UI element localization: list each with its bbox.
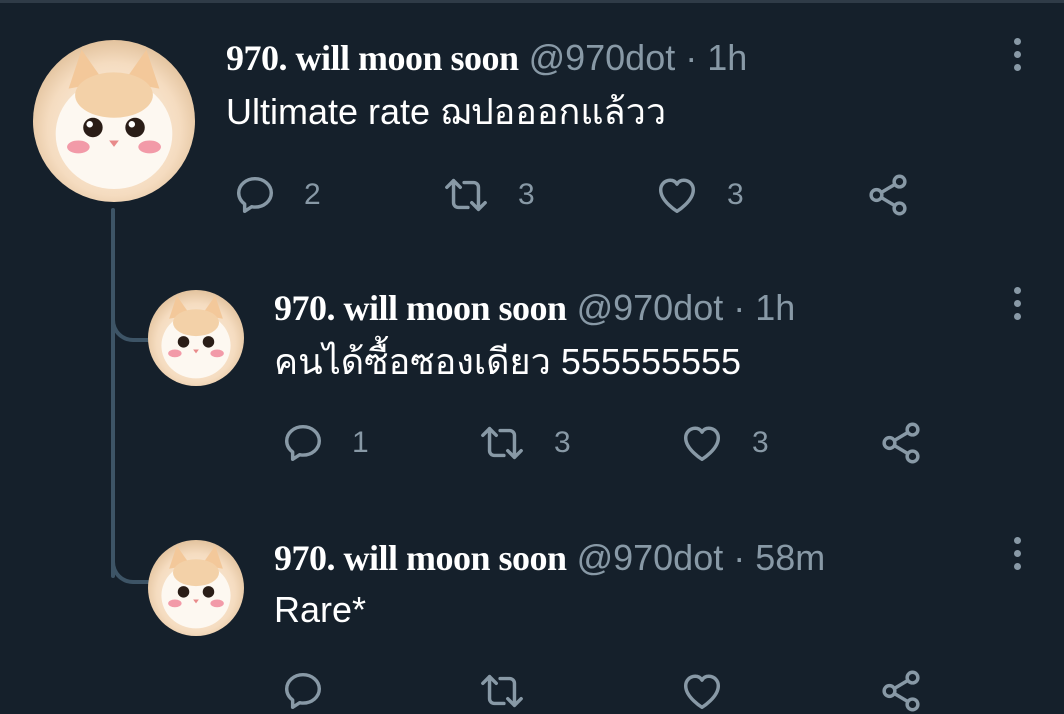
tweet-text: คนได้ซื้อซองเดียว 555555555 bbox=[274, 341, 742, 382]
cat-avatar-image bbox=[55, 49, 173, 190]
reply-icon bbox=[284, 424, 322, 462]
avatar[interactable] bbox=[148, 290, 244, 386]
reply-icon bbox=[236, 176, 274, 214]
like-count: 3 bbox=[727, 178, 744, 211]
heart-icon bbox=[683, 674, 721, 710]
retweet-button[interactable]: 3 bbox=[476, 420, 571, 466]
retweet-icon bbox=[481, 426, 523, 460]
reply-button[interactable]: 2 bbox=[232, 172, 321, 218]
reply-icon bbox=[284, 672, 322, 710]
display-name[interactable]: 970. will moon soon bbox=[226, 38, 519, 78]
retweet-button[interactable]: 3 bbox=[440, 172, 535, 218]
timestamp[interactable]: 1h bbox=[707, 37, 747, 78]
retweet-button[interactable] bbox=[476, 668, 528, 714]
tweet-text: Ultimate rate ฌปอออกแล้วว bbox=[226, 91, 667, 132]
cat-avatar-image bbox=[161, 295, 231, 379]
like-count: 3 bbox=[752, 426, 769, 459]
user-handle[interactable]: @970dot bbox=[529, 37, 676, 78]
tweet-header: 970. will moon soon @970dot · 58m bbox=[274, 536, 825, 580]
retweet-icon bbox=[445, 178, 487, 212]
retweet-count: 3 bbox=[554, 426, 571, 459]
separator: · bbox=[733, 537, 746, 578]
tweet-text: Rare* bbox=[274, 589, 367, 630]
separator: · bbox=[733, 287, 746, 328]
timestamp[interactable]: 58m bbox=[755, 537, 825, 578]
retweet-icon bbox=[481, 674, 523, 708]
display-name[interactable]: 970. will moon soon bbox=[274, 538, 567, 578]
share-icon bbox=[869, 174, 907, 216]
reply-count: 2 bbox=[304, 178, 321, 211]
more-options-icon[interactable] bbox=[1011, 38, 1023, 78]
like-button[interactable]: 3 bbox=[653, 172, 744, 218]
reply-count: 1 bbox=[352, 426, 369, 459]
like-button[interactable]: 3 bbox=[678, 420, 769, 466]
thread-branch-1 bbox=[111, 278, 151, 342]
more-options-icon[interactable] bbox=[1011, 537, 1023, 577]
share-button[interactable] bbox=[877, 420, 925, 466]
avatar[interactable] bbox=[148, 540, 244, 636]
top-divider bbox=[0, 0, 1064, 3]
tweet-header: 970. will moon soon @970dot · 1h bbox=[226, 36, 747, 80]
share-icon bbox=[882, 422, 920, 464]
thread-branch-2 bbox=[111, 520, 151, 584]
share-button[interactable] bbox=[877, 668, 925, 714]
heart-icon bbox=[683, 426, 721, 462]
separator: · bbox=[685, 37, 698, 78]
timestamp[interactable]: 1h bbox=[755, 287, 795, 328]
share-button[interactable] bbox=[864, 172, 912, 218]
like-button[interactable] bbox=[678, 668, 726, 714]
reply-button[interactable]: 1 bbox=[280, 420, 369, 466]
retweet-count: 3 bbox=[518, 178, 535, 211]
cat-avatar-image bbox=[161, 545, 231, 629]
tweet-header: 970. will moon soon @970dot · 1h bbox=[274, 286, 795, 330]
heart-icon bbox=[658, 178, 696, 214]
reply-button[interactable] bbox=[280, 668, 326, 714]
display-name[interactable]: 970. will moon soon bbox=[274, 288, 567, 328]
user-handle[interactable]: @970dot bbox=[577, 287, 724, 328]
share-icon bbox=[882, 670, 920, 712]
avatar[interactable] bbox=[33, 40, 195, 202]
user-handle[interactable]: @970dot bbox=[577, 537, 724, 578]
more-options-icon[interactable] bbox=[1011, 287, 1023, 327]
